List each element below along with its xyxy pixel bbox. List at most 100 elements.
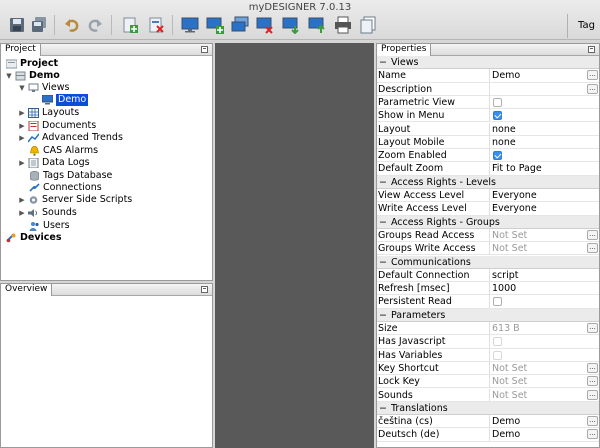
- property-value[interactable]: 1000: [489, 282, 599, 296]
- copy-pages-icon[interactable]: [359, 16, 377, 34]
- property-value[interactable]: [489, 348, 599, 362]
- property-row[interactable]: Deutsch (de) Demo...: [377, 428, 599, 442]
- property-value[interactable]: script: [489, 268, 599, 282]
- ellipsis-button[interactable]: ...: [587, 70, 598, 81]
- chevron-right-icon[interactable]: ▶: [18, 107, 26, 119]
- collapse-icon[interactable]: −: [379, 310, 387, 321]
- chevron-down-icon[interactable]: ▼: [18, 82, 26, 94]
- properties-tab[interactable]: Properties: [377, 44, 432, 56]
- property-value[interactable]: Everyone: [489, 202, 599, 216]
- duplicate-view-icon[interactable]: [231, 16, 249, 34]
- property-section-header[interactable]: − Translations: [377, 401, 599, 416]
- save-icon[interactable]: [8, 16, 26, 34]
- delete-view-icon[interactable]: [256, 16, 274, 34]
- ellipsis-button[interactable]: ...: [587, 243, 598, 254]
- property-section-header[interactable]: − Access Rights - Groups: [377, 215, 599, 229]
- print-icon[interactable]: [334, 16, 352, 34]
- ellipsis-button[interactable]: ...: [587, 83, 598, 94]
- ellipsis-button[interactable]: ...: [587, 416, 598, 427]
- collapse-icon[interactable]: −: [379, 257, 387, 268]
- chevron-down-icon[interactable]: ▼: [5, 70, 13, 82]
- property-value[interactable]: ...: [489, 82, 599, 96]
- property-value[interactable]: 613 B...: [489, 322, 599, 335]
- undo-icon[interactable]: [63, 16, 81, 34]
- design-canvas[interactable]: [215, 43, 374, 448]
- property-value[interactable]: [489, 335, 599, 349]
- chevron-right-icon[interactable]: ▶: [18, 120, 26, 132]
- property-section-header[interactable]: − Access Rights - Levels: [377, 175, 599, 189]
- property-row[interactable]: Parametric View: [377, 95, 599, 110]
- property-row[interactable]: Default Zoom Fit to Page: [377, 162, 599, 176]
- maximize-icon[interactable]: [588, 46, 595, 53]
- checkbox-checked[interactable]: [493, 111, 502, 121]
- property-row[interactable]: Layout Mobile none: [377, 135, 599, 150]
- property-section-header[interactable]: − Views: [377, 56, 599, 70]
- ellipsis-button[interactable]: ...: [587, 376, 598, 387]
- property-row[interactable]: Name Demo...: [377, 69, 599, 83]
- import-icon[interactable]: [282, 16, 300, 34]
- property-row[interactable]: Key Shortcut Not Set...: [377, 361, 599, 376]
- property-row[interactable]: Write Access Level Everyone: [377, 202, 599, 216]
- property-row[interactable]: čeština (cs) Demo...: [377, 415, 599, 429]
- collapse-icon[interactable]: −: [379, 217, 387, 228]
- collapse-icon[interactable]: −: [379, 403, 387, 414]
- maximize-icon[interactable]: [201, 46, 208, 53]
- property-value[interactable]: [489, 295, 599, 309]
- export-icon[interactable]: [308, 16, 326, 34]
- property-row[interactable]: Has Javascript: [377, 335, 599, 349]
- project-tab[interactable]: Project: [1, 44, 41, 56]
- ellipsis-button[interactable]: ...: [587, 362, 598, 373]
- property-section-header[interactable]: − Parameters: [377, 308, 599, 322]
- property-row[interactable]: Has Variables: [377, 348, 599, 362]
- property-value[interactable]: [489, 149, 599, 163]
- ellipsis-button[interactable]: ...: [587, 229, 598, 240]
- new-item-icon[interactable]: [121, 16, 139, 34]
- ellipsis-button[interactable]: ...: [587, 323, 598, 333]
- property-row[interactable]: Persistent Read: [377, 295, 599, 309]
- collapse-icon[interactable]: −: [379, 57, 387, 68]
- property-row[interactable]: Refresh [msec] 1000: [377, 282, 599, 296]
- maximize-icon[interactable]: [201, 286, 208, 293]
- property-row[interactable]: Size 613 B...: [377, 322, 599, 336]
- property-value[interactable]: Everyone: [489, 189, 599, 202]
- checkbox-unchecked[interactable]: [493, 297, 502, 307]
- property-value[interactable]: Demo...: [489, 415, 599, 429]
- chevron-right-icon[interactable]: ▶: [18, 194, 26, 206]
- property-value[interactable]: Not Set...: [489, 375, 599, 389]
- property-row[interactable]: Zoom Enabled: [377, 149, 599, 163]
- checkbox-checked[interactable]: [493, 151, 502, 161]
- property-row[interactable]: Default Connection script: [377, 268, 599, 283]
- add-view-icon[interactable]: [206, 16, 224, 34]
- delete-item-icon[interactable]: [147, 16, 165, 34]
- chevron-right-icon[interactable]: ▶: [18, 157, 26, 169]
- property-value[interactable]: Not Set...: [489, 228, 599, 242]
- ellipsis-button[interactable]: ...: [587, 429, 598, 440]
- property-row[interactable]: Groups Read Access Not Set...: [377, 228, 599, 243]
- property-value[interactable]: none: [489, 122, 599, 136]
- property-row[interactable]: Layout none: [377, 122, 599, 136]
- property-row[interactable]: Description...: [377, 82, 599, 96]
- property-row[interactable]: Lock Key Not Set...: [377, 375, 599, 389]
- collapse-icon[interactable]: −: [379, 177, 387, 188]
- chevron-right-icon[interactable]: ▶: [18, 207, 26, 219]
- property-value[interactable]: [489, 95, 599, 109]
- property-section-header[interactable]: − Communications: [377, 255, 599, 269]
- property-row[interactable]: Groups Write Access Not Set...: [377, 242, 599, 256]
- property-value[interactable]: Not Set...: [489, 361, 599, 375]
- property-row[interactable]: Show in Menu: [377, 109, 599, 123]
- save-all-icon[interactable]: [30, 16, 48, 34]
- property-row[interactable]: View Access Level Everyone: [377, 189, 599, 203]
- checkbox-unchecked[interactable]: [493, 97, 502, 107]
- property-value[interactable]: Not Set...: [489, 242, 599, 256]
- property-value[interactable]: [489, 109, 599, 123]
- property-value[interactable]: Demo...: [489, 69, 599, 83]
- property-value[interactable]: none: [489, 135, 599, 149]
- tag-label[interactable]: Tag: [578, 20, 595, 31]
- property-value[interactable]: Not Set...: [489, 388, 599, 402]
- overview-tab[interactable]: Overview: [1, 284, 53, 296]
- property-value[interactable]: Demo...: [489, 428, 599, 442]
- redo-icon[interactable]: [86, 16, 104, 34]
- property-row[interactable]: Sounds Not Set...: [377, 388, 599, 402]
- chevron-right-icon[interactable]: ▶: [18, 132, 26, 144]
- monitor-icon[interactable]: [181, 16, 199, 34]
